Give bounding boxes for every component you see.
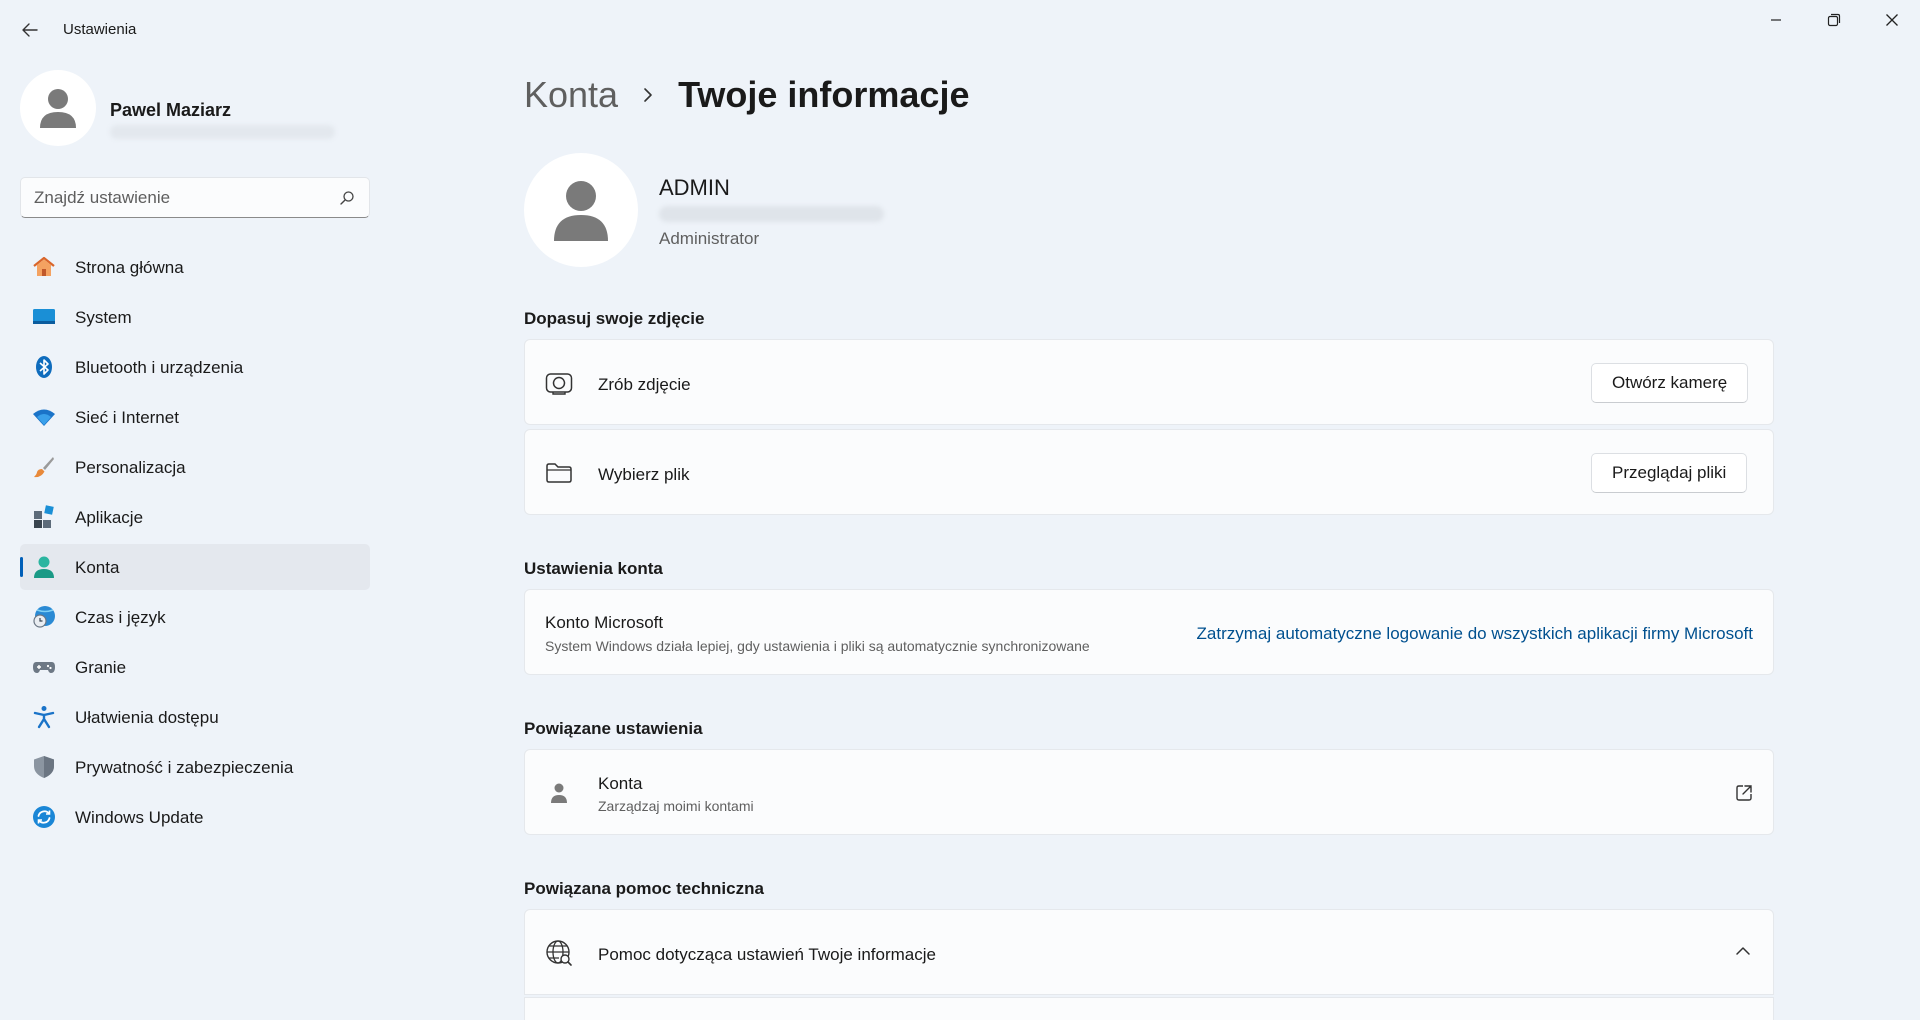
sidebar-item-system[interactable]: System — [20, 294, 370, 340]
browse-files-button[interactable]: Przeglądaj pliki — [1591, 453, 1748, 493]
choose-file-card: Wybierz plik Przeglądaj pliki — [524, 429, 1774, 515]
choose-file-label: Wybierz plik — [598, 465, 690, 484]
search-box[interactable] — [20, 177, 370, 218]
sidebar-item-gaming[interactable]: Granie — [20, 644, 370, 690]
sidebar-item-personalization[interactable]: Personalizacja — [20, 444, 370, 490]
stop-auto-signin-link[interactable]: Zatrzymaj automatyczne logowanie do wszy… — [1197, 624, 1753, 644]
search-input[interactable] — [34, 188, 334, 208]
person-icon — [40, 89, 76, 128]
sidebar-item-label: Granie — [75, 658, 127, 677]
close-button[interactable] — [1864, 0, 1920, 40]
arrow-left-icon — [22, 23, 38, 37]
sidebar-item-label: Aplikacje — [75, 508, 144, 527]
title-bar: Ustawienia — [0, 0, 1920, 58]
breadcrumb: Konta Twoje informacje — [524, 72, 969, 118]
related-accounts-description: Zarządzaj moimi kontami — [598, 798, 754, 814]
back-button[interactable] — [14, 14, 46, 46]
profile-header: ADMIN Administrator — [524, 153, 1324, 273]
minimize-button[interactable] — [1748, 0, 1804, 40]
take-photo-label: Zrób zdjęcie — [598, 375, 691, 394]
apps-icon — [32, 505, 56, 529]
external-link-icon[interactable] — [1735, 784, 1753, 807]
sidebar-item-label: Ułatwienia dostępu — [75, 708, 219, 727]
shield-icon — [32, 755, 56, 779]
chevron-up-icon[interactable] — [1735, 944, 1751, 962]
sidebar-item-label: System — [75, 308, 132, 327]
section-title-help: Powiązana pomoc techniczna — [524, 879, 764, 898]
main-content: Konta Twoje informacje ADMIN Administrat… — [524, 58, 1774, 1020]
person-icon — [554, 181, 608, 241]
wifi-icon — [32, 405, 56, 429]
sidebar-item-privacy[interactable]: Prywatność i zabezpieczenia — [20, 744, 370, 790]
profile-email-redacted — [659, 206, 884, 222]
profile-avatar — [524, 153, 638, 267]
microsoft-account-label: Konto Microsoft — [545, 613, 664, 632]
restore-icon — [1827, 13, 1841, 27]
sidebar-item-accounts[interactable]: Konta — [20, 544, 370, 590]
sidebar-item-accessibility[interactable]: Ułatwienia dostępu — [20, 694, 370, 740]
gamepad-icon — [32, 655, 56, 679]
microsoft-account-card: Konto Microsoft System Windows działa le… — [524, 589, 1774, 675]
avatar — [20, 70, 96, 146]
minimize-icon — [1771, 19, 1781, 21]
bluetooth-icon — [32, 355, 56, 379]
search-icon[interactable] — [339, 190, 355, 206]
sidebar-item-windows-update[interactable]: Windows Update — [20, 794, 370, 840]
folder-icon — [545, 459, 573, 487]
sidebar-item-label: Czas i język — [75, 608, 166, 627]
take-photo-card: Zrób zdjęcie Otwórz kamerę — [524, 339, 1774, 425]
camera-icon — [545, 369, 573, 397]
sidebar-item-label: Strona główna — [75, 258, 184, 277]
open-camera-button[interactable]: Otwórz kamerę — [1591, 363, 1749, 403]
sidebar-item-bluetooth[interactable]: Bluetooth i urządzenia — [20, 344, 370, 390]
sidebar: Pawel Maziarz Strona główna System Bluet… — [0, 58, 380, 1020]
sidebar-item-time-language[interactable]: Czas i język — [20, 594, 370, 640]
person-icon — [545, 779, 573, 807]
section-title-photo: Dopasuj swoje zdjęcie — [524, 309, 705, 328]
close-icon — [1886, 14, 1898, 26]
related-accounts-card[interactable]: Konta Zarządzaj moimi kontami — [524, 749, 1774, 835]
user-email-redacted — [110, 125, 335, 139]
sidebar-item-home[interactable]: Strona główna — [20, 244, 370, 290]
section-title-account: Ustawienia konta — [524, 559, 663, 578]
section-title-related: Powiązane ustawienia — [524, 719, 703, 738]
sidebar-item-label: Personalizacja — [75, 458, 186, 477]
user-card[interactable]: Pawel Maziarz — [20, 70, 370, 150]
home-icon — [32, 255, 56, 279]
help-card-expanded-content — [524, 997, 1774, 1020]
user-name: Pawel Maziarz — [110, 100, 232, 120]
sidebar-item-label: Bluetooth i urządzenia — [75, 358, 244, 377]
profile-name: ADMIN — [659, 175, 730, 200]
breadcrumb-parent[interactable]: Konta — [524, 74, 618, 116]
accessibility-icon — [32, 705, 56, 729]
sidebar-item-label: Sieć i Internet — [75, 408, 179, 427]
profile-role: Administrator — [659, 229, 760, 248]
sidebar-item-network[interactable]: Sieć i Internet — [20, 394, 370, 440]
restore-button[interactable] — [1806, 0, 1862, 40]
help-label: Pomoc dotycząca ustawień Twoje informacj… — [598, 945, 936, 964]
active-indicator — [20, 557, 23, 577]
help-card[interactable]: Pomoc dotycząca ustawień Twoje informacj… — [524, 909, 1774, 995]
nav-list: Strona główna System Bluetooth i urządze… — [20, 244, 370, 844]
chevron-right-icon — [642, 86, 654, 104]
time-language-icon — [32, 605, 56, 629]
app-title: Ustawienia — [63, 21, 137, 38]
windows-update-icon — [32, 805, 56, 829]
sidebar-item-label: Konta — [75, 558, 120, 577]
related-accounts-label: Konta — [598, 774, 643, 793]
page-title: Twoje informacje — [678, 74, 970, 115]
microsoft-account-description: System Windows działa lepiej, gdy ustawi… — [545, 638, 1090, 654]
accounts-icon — [32, 555, 56, 579]
sidebar-item-apps[interactable]: Aplikacje — [20, 494, 370, 540]
system-icon — [32, 305, 56, 329]
brush-icon — [32, 455, 56, 479]
sidebar-item-label: Prywatność i zabezpieczenia — [75, 758, 294, 777]
globe-search-icon — [545, 939, 573, 967]
sidebar-item-label: Windows Update — [75, 808, 204, 827]
